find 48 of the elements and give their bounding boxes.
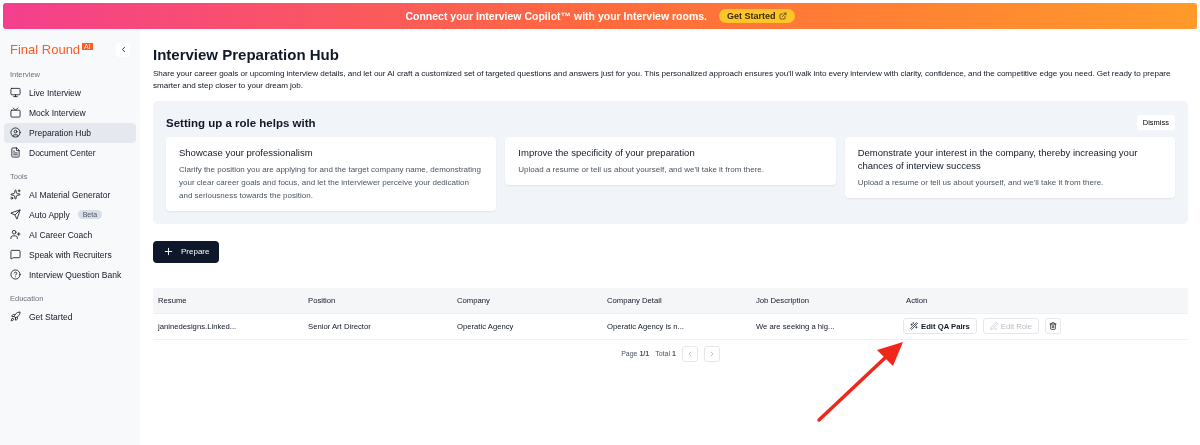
panel-title: Setting up a role helps with	[166, 116, 316, 129]
card-text: Clarify the position you are applying for and the target company name, demonstrating your clear career goals and focus, and let the interviewer perceive your dedication and seriousness towards the position.	[179, 164, 482, 202]
nav-item[interactable]: Mock Interview	[4, 103, 136, 123]
get-started-button[interactable]: Get Started	[719, 9, 795, 23]
card-title: Demonstrate your interest in the company, thereby increasing your chances of interview success	[857, 147, 1139, 174]
nav-label: AI Career Coach	[29, 229, 93, 240]
chat-icon	[10, 249, 21, 261]
external-link-icon	[778, 12, 787, 20]
nav-label: Mock Interview	[29, 107, 86, 118]
card-text: Upload a resume or tell us about yourself, and we'll take it from there.	[518, 164, 765, 177]
nav-item[interactable]: Get Started	[4, 307, 136, 327]
nav-item[interactable]: Document Center	[4, 143, 136, 163]
help-icon	[10, 269, 21, 281]
nav-label: Auto Apply	[29, 209, 70, 220]
sparkle-icon	[10, 189, 21, 201]
nav-label: Interview Question Bank	[29, 269, 122, 280]
nav-item[interactable]: Preparation Hub	[4, 123, 136, 143]
nav-label: Get Started	[29, 311, 73, 322]
page-title: Interview Preparation Hub	[153, 46, 340, 63]
card-title: Showcase your professionalism	[179, 147, 314, 161]
prepare-button[interactable]: Prepare	[153, 240, 220, 263]
trash-icon	[1049, 322, 1058, 331]
plus-icon	[163, 246, 174, 258]
rocket-icon	[10, 311, 21, 323]
card-title: Improve the specificity of your preparation	[518, 147, 696, 161]
nav-label: Preparation Hub	[29, 127, 91, 138]
send-icon	[10, 209, 21, 221]
document-icon	[10, 147, 21, 159]
nav-item[interactable]: AI Material Generator	[4, 185, 136, 205]
banner-text: Connect your Interview Copilot™ with your Interview rooms.	[405, 10, 708, 22]
user-circle-icon	[10, 127, 21, 139]
nav-item[interactable]: Interview Question Bank	[4, 265, 136, 285]
nav-label: Document Center	[29, 147, 96, 158]
delete-button[interactable]	[1045, 318, 1062, 335]
collapse-button[interactable]	[116, 42, 130, 57]
person-plus-icon	[10, 229, 21, 241]
screen-icon	[10, 107, 21, 119]
nav-item[interactable]: Speak with Recruiters	[4, 245, 136, 265]
page-description: Share your career goals or upcoming interview details, and let our AI craft a customized set of targeted questions and answers just for you. This personalized approach ensures you'll walk into every interview with clarity, confidence, and the competitive edge you need. Get ready to prepare smarter and step closer to your dream job.	[153, 68, 1172, 92]
pen-icon	[989, 322, 998, 331]
nav-label: AI Material Generator	[29, 189, 111, 200]
nav-label: Live Interview	[29, 87, 81, 98]
logo-text: Final Round	[10, 42, 81, 57]
nav-item[interactable]: AI Career Coach	[4, 225, 136, 245]
nav-label: Speak with Recruiters	[29, 249, 112, 260]
card-text: Upload a resume or tell us about yourself, and we'll take it from there.	[857, 177, 1105, 190]
nav-item[interactable]: Live Interview	[4, 83, 136, 103]
monitor-icon	[10, 87, 21, 99]
